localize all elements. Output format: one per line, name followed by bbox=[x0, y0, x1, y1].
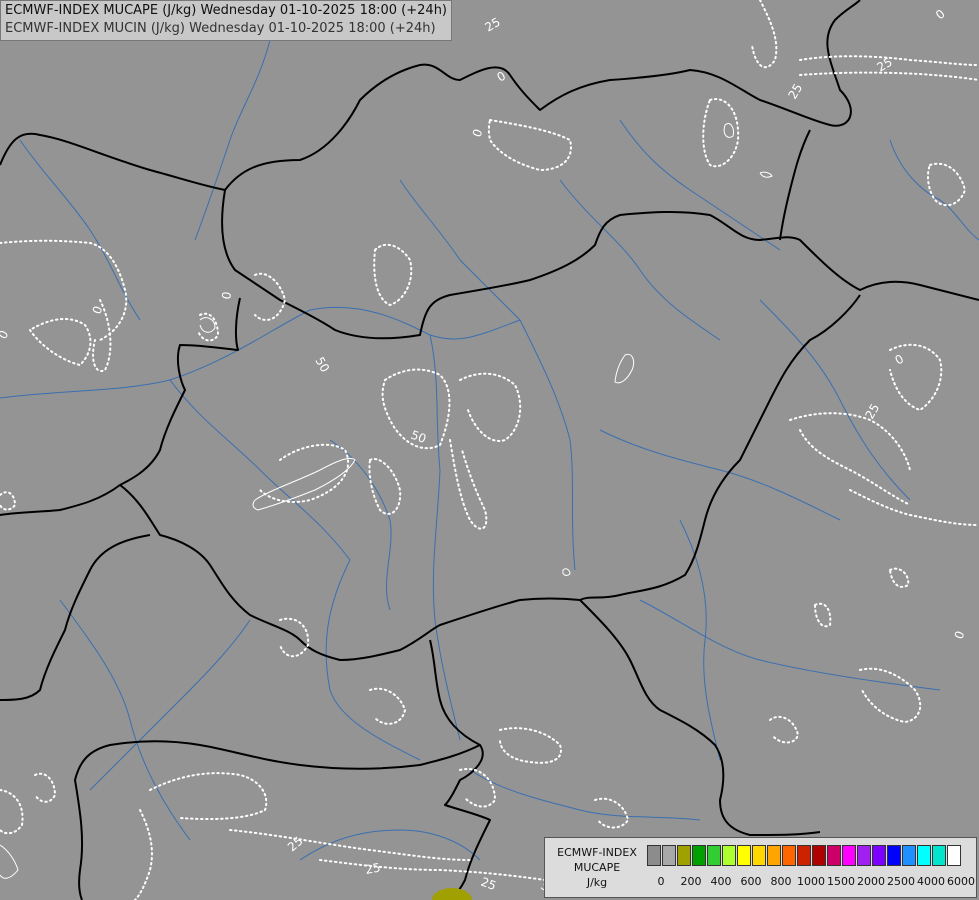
legend-swatch bbox=[917, 845, 931, 866]
legend-swatch bbox=[692, 845, 706, 866]
legend-swatch bbox=[767, 845, 781, 866]
legend-swatch bbox=[947, 845, 961, 866]
legend-swatch bbox=[842, 845, 856, 866]
legend-swatch bbox=[902, 845, 916, 866]
legend-title-line2: MUCAPE bbox=[573, 861, 621, 874]
legend-swatch bbox=[932, 845, 946, 866]
legend-swatch bbox=[707, 845, 721, 866]
legend-tick-label: 400 bbox=[710, 875, 732, 888]
color-legend: ECMWF-INDEX MUCAPE J/kg 0 200 400 600 800 100… bbox=[544, 837, 977, 898]
legend-tick-label: 0 bbox=[657, 875, 665, 888]
legend-tick-label: 600 bbox=[740, 875, 762, 888]
legend-tick-label: 4000 bbox=[917, 875, 945, 888]
legend-tick-label: 1000 bbox=[797, 875, 825, 888]
legend-swatch bbox=[827, 845, 841, 866]
legend-tick-label: 1500 bbox=[827, 875, 855, 888]
legend-title-line1: ECMWF-INDEX bbox=[557, 846, 637, 859]
legend-swatch bbox=[677, 845, 691, 866]
legend-tick-label: 2000 bbox=[857, 875, 885, 888]
legend-swatch bbox=[887, 845, 901, 866]
legend-ticks: 0 200 400 600 800 1000 1500 2000 2500 4000 6000 bbox=[647, 875, 976, 889]
legend-tick-label: 2500 bbox=[887, 875, 915, 888]
legend-swatch bbox=[647, 845, 661, 866]
map: 25 25 25 0 0 0 0 50 50 0 25 0 25 25 50 2… bbox=[0, 0, 979, 900]
mucin-title: ECMWF-INDEX MUCIN (J/kg) Wednesday 01-10… bbox=[5, 21, 436, 36]
contour-label: 25 bbox=[364, 861, 381, 877]
legend-tick-label: 200 bbox=[680, 875, 702, 888]
legend-swatches bbox=[647, 845, 962, 866]
legend-swatch bbox=[737, 845, 751, 866]
legend-swatch bbox=[797, 845, 811, 866]
legend-tick-label: 800 bbox=[770, 875, 792, 888]
legend-swatch bbox=[812, 845, 826, 866]
map-title-box: ECMWF-INDEX MUCAPE (J/kg) Wednesday 01-1… bbox=[0, 0, 452, 41]
mucape-title: ECMWF-INDEX MUCAPE (J/kg) Wednesday 01-1… bbox=[5, 3, 447, 18]
legend-swatch bbox=[752, 845, 766, 866]
legend-swatch bbox=[857, 845, 871, 866]
legend-title: ECMWF-INDEX MUCAPE J/kg bbox=[549, 845, 645, 890]
legend-swatch bbox=[872, 845, 886, 866]
map-background bbox=[0, 0, 979, 900]
legend-swatch bbox=[722, 845, 736, 866]
legend-title-line3: J/kg bbox=[586, 876, 608, 889]
legend-swatch bbox=[782, 845, 796, 866]
legend-swatch bbox=[662, 845, 676, 866]
legend-tick-label: 6000 bbox=[947, 875, 975, 888]
